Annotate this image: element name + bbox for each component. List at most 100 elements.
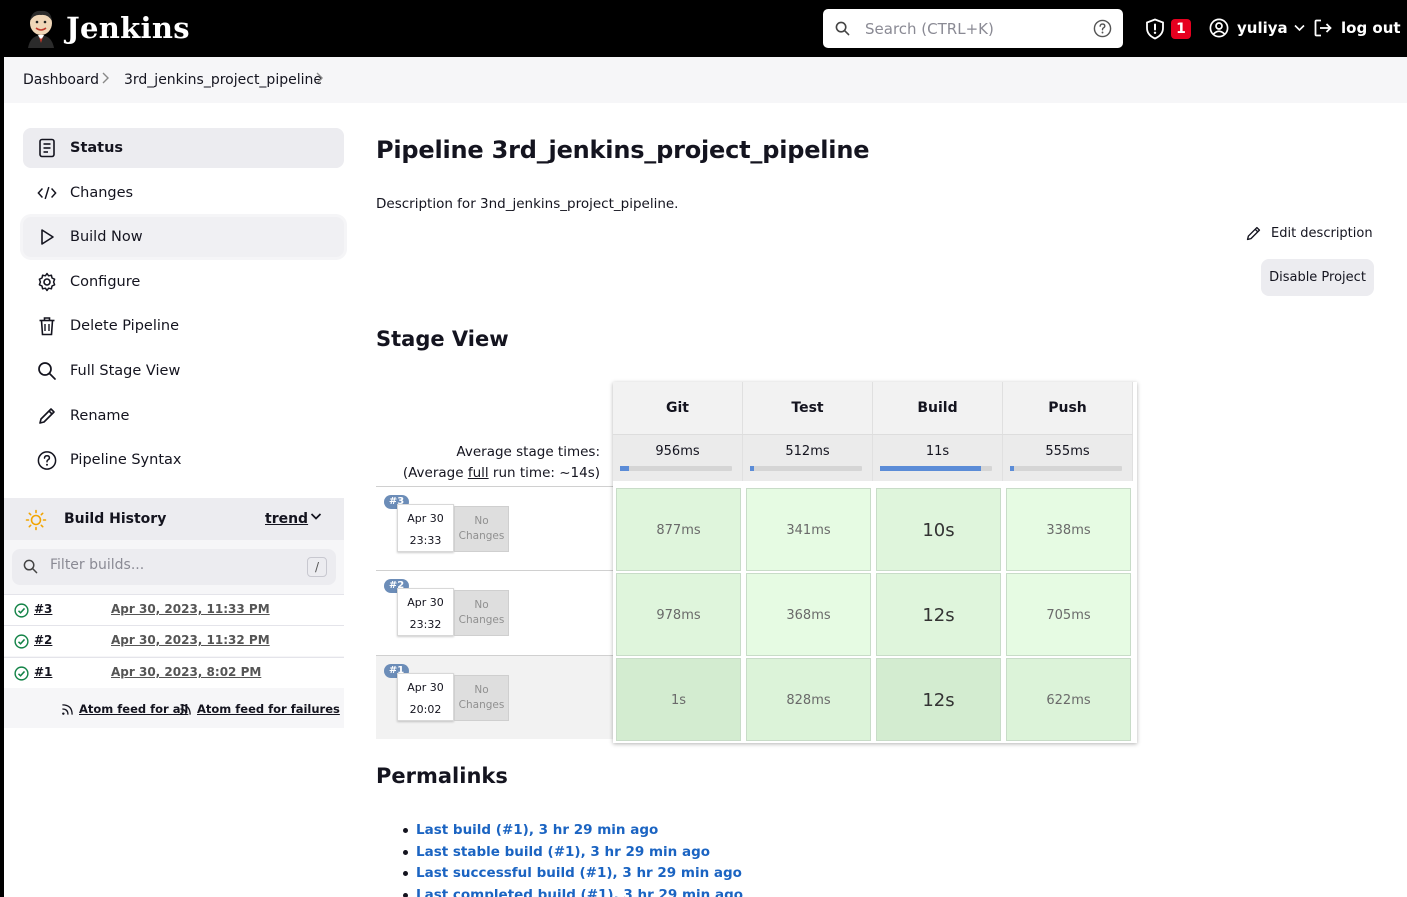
stage-average-push: 555ms <box>1003 434 1133 481</box>
task-label: Configure <box>70 273 141 290</box>
edit-description-link[interactable]: Edit description <box>1245 225 1373 242</box>
run-date: Apr 30 <box>407 681 444 694</box>
logout-link[interactable]: log out <box>1313 18 1401 38</box>
user-menu[interactable]: yuliya <box>1209 18 1305 38</box>
filter-shortcut-key: / <box>307 557 327 577</box>
no-changes-box[interactable]: No Changes <box>454 675 509 721</box>
breadcrumb-dashboard[interactable]: Dashboard <box>23 72 99 88</box>
build-number-link[interactable]: #2 <box>34 633 52 647</box>
permalink-last-successful-build[interactable]: Last successful build (#1), 3 hr 29 min … <box>402 864 743 886</box>
avg-label-line2: (Average full run time: ~14s) <box>376 463 600 484</box>
pencil-icon <box>37 406 57 426</box>
run-row-1[interactable]: #1 Apr 30 20:02 No Changes <box>376 655 613 739</box>
avg-label-pre: (Average <box>402 465 468 481</box>
task-label: Delete Pipeline <box>70 318 179 335</box>
jenkins-home-link[interactable]: Jenkins <box>24 8 190 48</box>
stage-cell-run1-push[interactable]: 622ms <box>1006 658 1131 741</box>
stage-grid: Git 956ms Test 512ms Build 11s Push 555ms 877ms 3… <box>613 382 1137 743</box>
task-pipeline-syntax[interactable]: Pipeline Syntax <box>23 440 344 480</box>
success-check-icon <box>14 666 29 681</box>
question-icon <box>37 450 57 470</box>
rss-feed-icon <box>62 703 73 715</box>
run-row-2[interactable]: #2 Apr 30 23:32 No Changes <box>376 570 613 655</box>
atom-feed-all-label: Atom feed for all <box>79 702 189 716</box>
avg-label-line1: Average stage times: <box>456 444 600 460</box>
stage-cell-run2-build[interactable]: 12s <box>876 573 1001 656</box>
task-label: Pipeline Syntax <box>70 452 182 469</box>
permalink-last-stable-build[interactable]: Last stable build (#1), 3 hr 29 min ago <box>402 843 743 865</box>
document-icon <box>37 138 57 158</box>
trend-link[interactable]: trend <box>265 511 308 527</box>
play-icon <box>37 227 57 247</box>
security-shield-icon[interactable] <box>1144 18 1166 40</box>
top-header: Jenkins 1 yuliya log out <box>0 0 1407 57</box>
breadcrumb-project[interactable]: 3rd_jenkins_project_pipeline <box>124 72 322 88</box>
atom-feeds: Atom feed for all Atom feed for failures <box>4 691 344 728</box>
stage-cell-run1-git[interactable]: 1s <box>616 658 741 741</box>
task-configure[interactable]: Configure <box>23 262 344 302</box>
permalinks-list: Last build (#1), 3 hr 29 min ago Last st… <box>402 821 743 897</box>
stage-cell-run1-test[interactable]: 828ms <box>746 658 871 741</box>
run-time: 23:33 <box>409 534 442 547</box>
permalinks-title: Permalinks <box>376 764 508 788</box>
task-status[interactable]: Status <box>23 128 344 168</box>
build-row[interactable]: #2 Apr 30, 2023, 11:32 PM <box>4 625 344 656</box>
no-changes-box[interactable]: No Changes <box>454 590 509 636</box>
stage-average-bar-fill <box>1010 466 1015 471</box>
stage-cell-run2-push[interactable]: 705ms <box>1006 573 1131 656</box>
stage-average-time: 11s <box>925 444 950 459</box>
stage-average-bar <box>750 466 862 471</box>
brand-title: Jenkins <box>66 11 190 45</box>
task-rename[interactable]: Rename <box>23 396 344 436</box>
build-date-link[interactable]: Apr 30, 2023, 11:32 PM <box>111 633 270 647</box>
search-icon <box>835 21 850 36</box>
disable-project-button[interactable]: Disable Project <box>1261 259 1374 296</box>
average-stage-times-label: Average stage times: (Average full run t… <box>376 442 600 484</box>
atom-feed-failures-link[interactable]: Atom feed for failures <box>179 702 340 716</box>
chevron-down-icon[interactable] <box>310 512 322 521</box>
permalink-last-build[interactable]: Last build (#1), 3 hr 29 min ago <box>402 821 743 843</box>
task-changes[interactable]: Changes <box>23 173 344 213</box>
stage-average-test: 512ms <box>743 434 873 481</box>
build-date-link[interactable]: Apr 30, 2023, 8:02 PM <box>111 665 261 679</box>
atom-feed-all-link[interactable]: Atom feed for all <box>61 702 188 716</box>
task-delete-pipeline[interactable]: Delete Pipeline <box>23 306 344 346</box>
security-alert-badge[interactable]: 1 <box>1171 19 1191 39</box>
build-row[interactable]: #3 Apr 30, 2023, 11:33 PM <box>4 594 344 625</box>
run-time: 20:02 <box>409 703 442 716</box>
stage-cell-run1-build[interactable]: 12s <box>876 658 1001 741</box>
stage-average-bar <box>880 466 992 471</box>
page-title: Pipeline 3rd_jenkins_project_pipeline <box>376 136 870 164</box>
run-row-3[interactable]: #3 Apr 30 23:33 No Changes <box>376 486 613 570</box>
edit-description-label: Edit description <box>1271 226 1373 241</box>
build-number-link[interactable]: #3 <box>34 602 52 616</box>
filter-builds[interactable]: / <box>12 549 336 585</box>
stage-cell-run3-push[interactable]: 338ms <box>1006 488 1131 571</box>
gear-icon <box>37 272 57 292</box>
jenkins-butler-logo-icon <box>28 10 54 48</box>
full-run-time-link[interactable]: full <box>468 465 489 481</box>
stage-cell-run2-git[interactable]: 978ms <box>616 573 741 656</box>
permalink-last-completed-build[interactable]: Last completed build (#1), 3 hr 29 min a… <box>402 886 743 897</box>
search-input[interactable] <box>865 18 1085 40</box>
chevron-down-icon <box>1294 24 1305 32</box>
stage-cell-run2-test[interactable]: 368ms <box>746 573 871 656</box>
chevron-right-icon[interactable] <box>315 71 324 85</box>
help-icon[interactable] <box>1093 19 1112 38</box>
build-row[interactable]: #1 Apr 30, 2023, 8:02 PM <box>4 657 344 688</box>
logout-icon <box>1314 19 1332 37</box>
global-search[interactable] <box>823 9 1123 48</box>
build-number-link[interactable]: #1 <box>34 665 52 679</box>
stage-cell-run3-test[interactable]: 341ms <box>746 488 871 571</box>
stage-cell-run3-git[interactable]: 877ms <box>616 488 741 571</box>
task-label: Changes <box>70 184 134 201</box>
task-build-now[interactable]: Build Now <box>23 217 344 258</box>
username: yuliya <box>1237 19 1288 37</box>
stage-cell-run3-build[interactable]: 10s <box>876 488 1001 571</box>
atom-feed-failures-label: Atom feed for failures <box>197 702 340 716</box>
build-date-link[interactable]: Apr 30, 2023, 11:33 PM <box>111 602 270 616</box>
filter-builds-input[interactable] <box>50 557 290 573</box>
no-changes-box[interactable]: No Changes <box>454 506 509 552</box>
task-full-stage-view[interactable]: Full Stage View <box>23 351 344 391</box>
stage-average-bar <box>620 466 732 471</box>
